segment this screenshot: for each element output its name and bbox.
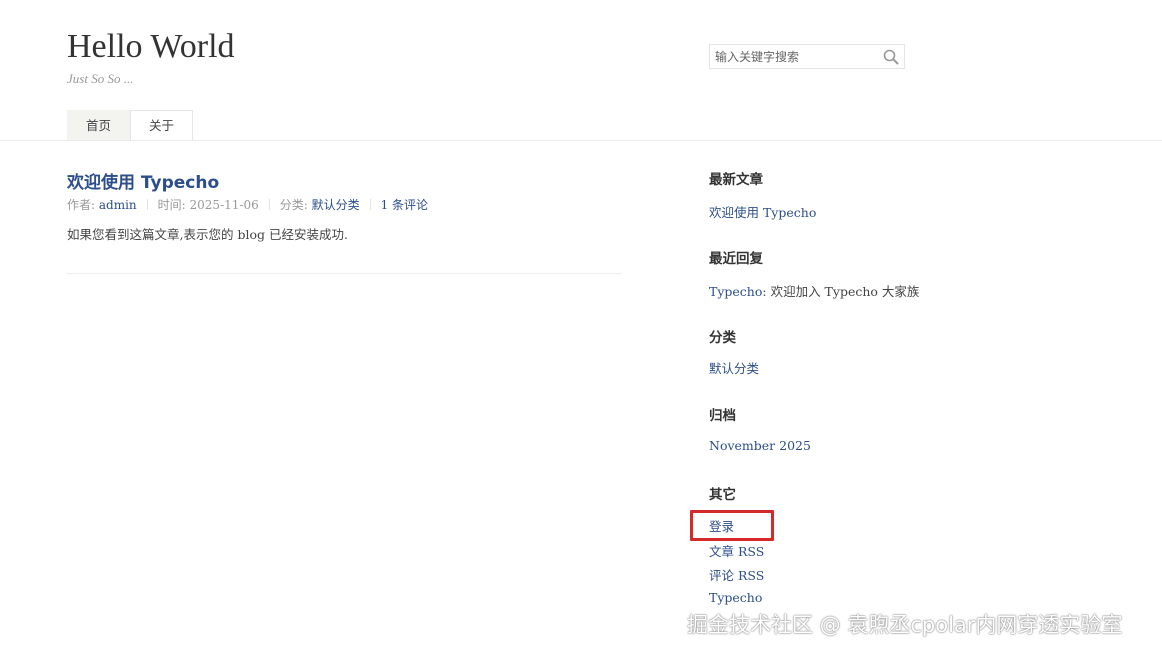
comment-author-link[interactable]: Typecho <box>709 284 762 299</box>
category-label: 分类: <box>279 198 308 212</box>
meta-separator <box>146 199 148 210</box>
archive-item-link[interactable]: November 2025 <box>709 438 811 453</box>
search-icon[interactable] <box>882 48 900 66</box>
post-content: 如果您看到这篇文章,表示您的 blog 已经安装成功. <box>67 227 348 242</box>
recent-comment-item: Typecho: 欢迎加入 Typecho 大家族 <box>709 281 919 300</box>
typecho-link[interactable]: Typecho <box>709 590 762 605</box>
author-link[interactable]: admin <box>99 198 137 212</box>
post-divider <box>67 273 621 274</box>
header-divider <box>0 140 1162 141</box>
meta-separator <box>369 199 371 210</box>
nav-item-about[interactable]: 关于 <box>130 110 194 141</box>
search-box <box>709 44 905 69</box>
widget-title-categories: 分类 <box>709 330 736 346</box>
widget-title-other: 其它 <box>709 487 736 503</box>
time-label: 时间: <box>157 198 186 212</box>
comment-excerpt: : 欢迎加入 Typecho 大家族 <box>762 284 920 299</box>
recent-post-link[interactable]: 欢迎使用 Typecho <box>709 202 816 221</box>
category-link[interactable]: 默认分类 <box>312 196 360 213</box>
meta-separator <box>268 199 270 210</box>
posts-rss-link[interactable]: 文章 RSS <box>709 541 764 560</box>
category-item-link[interactable]: 默认分类 <box>709 358 759 377</box>
widget-title-recent-comments: 最近回复 <box>709 251 763 267</box>
comments-link[interactable]: 1 条评论 <box>381 196 428 213</box>
watermark: 掘金技术社区 @ 袁煦丞cpolar内网穿透实验室 <box>687 613 1123 637</box>
widget-title-recent-posts: 最新文章 <box>709 172 763 188</box>
site-description: Just So So ... <box>67 71 134 86</box>
login-highlight-box <box>690 510 774 541</box>
main-nav: 首页 关于 <box>67 110 194 141</box>
search-input[interactable] <box>710 45 880 68</box>
widget-title-archives: 归档 <box>709 408 736 424</box>
comments-rss-link[interactable]: 评论 RSS <box>709 565 764 584</box>
post-meta: 作者: admin 时间: 2025-11-06 分类: 默认分类 1 条评论 <box>67 196 428 213</box>
author-label: 作者: <box>67 198 96 212</box>
site-title[interactable]: Hello World <box>67 28 235 66</box>
post-date: 2025-11-06 <box>189 197 259 212</box>
nav-item-home[interactable]: 首页 <box>67 110 131 141</box>
post-title[interactable]: 欢迎使用 Typecho <box>67 168 219 193</box>
